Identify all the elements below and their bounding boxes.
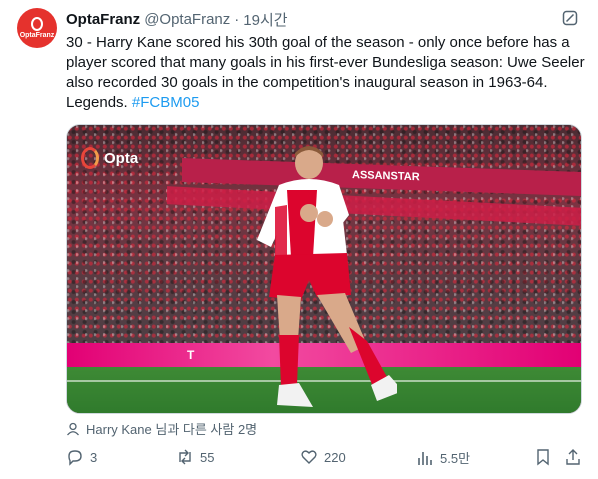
tagged-text: Harry Kane 님과 다른 사람 2명 [86, 422, 258, 437]
tweet-photo[interactable]: ASSANSTAR T Opta [66, 124, 582, 414]
heart-icon [301, 450, 317, 464]
views-count: 5.5만 [440, 451, 471, 466]
tweet-text: 30 - Harry Kane scored his 30th goal of … [66, 33, 586, 113]
person-icon [67, 422, 79, 435]
bookmark-icon [537, 449, 549, 466]
tagged-people[interactable]: Harry Kane 님과 다른 사람 2명 [66, 419, 257, 438]
author-display-name[interactable]: OptaFranz [66, 11, 140, 28]
opta-mark-icon [81, 147, 99, 169]
retweet-button[interactable]: 55 [176, 448, 214, 466]
author-avatar[interactable]: OptaFranz [17, 8, 57, 48]
like-button[interactable]: 220 [300, 448, 346, 466]
avatar-brand: OptaFranz [19, 32, 55, 39]
reply-count: 3 [90, 449, 98, 465]
opta-watermark: Opta [81, 147, 138, 169]
tweet-header: OptaFranz @OptaFranz · 19시간 [66, 9, 288, 29]
action-bar: 3 55 220 5.5만 [66, 448, 582, 468]
reply-button[interactable]: 3 [66, 448, 97, 466]
opta-watermark-text: Opta [104, 149, 139, 167]
share-icon [566, 449, 580, 465]
player-figure [257, 146, 397, 407]
opta-logo-icon [31, 17, 43, 31]
reply-icon [68, 450, 82, 466]
board-text: T [187, 348, 196, 362]
retweet-icon [179, 449, 191, 465]
tweet[interactable]: OptaFranz OptaFranz @OptaFranz · 19시간 30… [0, 0, 598, 479]
bookmark-button[interactable] [534, 448, 552, 466]
separator-dot: · [234, 10, 240, 28]
grok-icon[interactable] [562, 10, 578, 26]
hashtag-link[interactable]: #FCBM05 [132, 94, 200, 111]
views-chart-icon [418, 451, 432, 465]
share-button[interactable] [564, 448, 582, 466]
author-handle[interactable]: @OptaFranz [144, 11, 230, 28]
retweet-count: 55 [200, 449, 215, 465]
like-count: 220 [324, 449, 346, 465]
tweet-timestamp[interactable]: 19시간 [243, 9, 287, 30]
views-button[interactable]: 5.5만 [416, 448, 470, 467]
